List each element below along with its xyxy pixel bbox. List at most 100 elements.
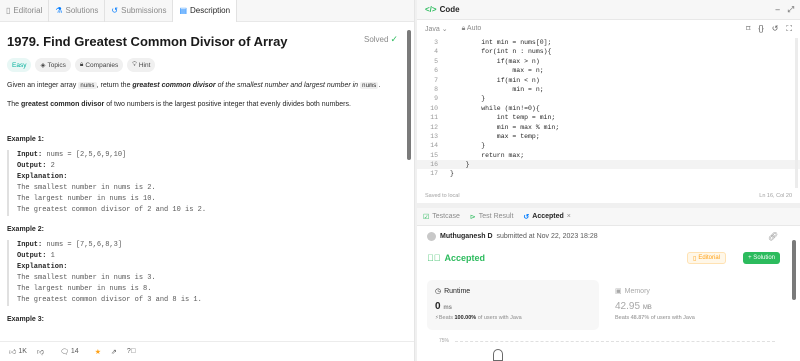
code-text: int min = nums[0]; [450,39,552,46]
lock-icon: 🔒︎ [79,61,84,68]
code-line: 12 min = max % min; [417,123,800,132]
description-panel: ▯ Editorial ⚗ Solutions ↺ Submissions ▤ … [0,0,415,361]
gutter [442,94,450,103]
runtime-card[interactable]: ◷ Runtime 0 ms ⚡︎Beats 100.00% of users w… [427,280,599,330]
line-number: 13 [430,132,438,140]
fullscreen-icon[interactable]: ⛶ [786,24,792,34]
output-value: 1 [46,252,55,260]
tab-submissions[interactable]: ↺ Submissions [105,0,174,22]
code-tab-label[interactable]: Code [440,5,460,14]
tab-editorial-label: Editorial [13,6,43,15]
code-text: } [450,170,454,178]
format-braces-icon[interactable]: {} [758,24,763,34]
comments-button[interactable]: 🗨︎ 14 [57,348,82,356]
help-button[interactable]: ?⃝ [124,348,139,355]
like-button[interactable]: 👍︎ 1K [6,347,30,356]
solution-button[interactable]: + Solution [743,252,780,264]
share-button[interactable]: ⇗ [108,348,120,356]
companies-tag[interactable]: 🔒︎ Companies [74,58,124,72]
lightbulb-icon: 💡︎ [132,61,137,68]
description-scrollbar[interactable] [407,30,411,160]
check-circle-icon: ✓ [390,34,398,44]
submitter-name[interactable]: Muthuganesh D [440,233,493,240]
chip-icon: ▣ [615,288,622,295]
favorite-button[interactable]: ★ [92,348,104,356]
tag-icon: ◈ [40,62,46,69]
memory-card[interactable]: ▣ Memory 42.95 MB Beats 48.87% of users w… [607,280,777,330]
star-icon: ★ [94,348,101,356]
reset-icon[interactable]: ↺ [772,24,779,34]
topics-tag[interactable]: ◈ Topics [35,58,71,72]
language-select[interactable]: Java ⌄ [425,25,448,33]
terminal-icon: ⊳ [469,213,476,221]
auto-mode[interactable]: 🔒︎ Auto [462,25,482,33]
problem-title[interactable]: 1979. Find Greatest Common Divisor of Ar… [7,34,402,49]
statement-text: of the smallest number and largest numbe… [215,82,361,89]
code-toolbar: Java ⌄ 🔒︎ Auto ⌑ {} ↺ ⛶ [417,20,800,38]
checkbox-icon: ☑ [423,213,430,221]
solved-badge: Solved ✓ [364,34,398,45]
memory-value-row: 42.95 MB [615,301,769,312]
line-number: 7 [434,76,438,84]
submitted-time: submitted at Nov 22, 2023 18:28 [496,233,598,240]
tab-accepted[interactable]: ↺ Accepted × [523,213,570,221]
bookmark-icon[interactable]: ⌑ [746,24,750,34]
code-text: min = n; [450,85,544,93]
code-editor[interactable]: 3 int min = nums[0]; 4 for(int n : nums)… [417,38,800,188]
definition-text: of two numbers is the largest positive i… [104,101,351,108]
companies-label: Companies [85,61,119,69]
app-root: ▯ Editorial ⚗ Solutions ↺ Submissions ▤ … [0,0,800,361]
stats-cards: ◷ Runtime 0 ms ⚡︎Beats 100.00% of users w… [427,280,777,330]
code-line: 6 max = n; [417,66,800,75]
explanation-line: The greatest common divisor of 3 and 8 i… [17,296,202,304]
dislike-button[interactable]: 👎︎ [34,347,47,356]
tab-testcase[interactable]: ☑ Testcase [423,213,460,221]
tab-accepted-label: Accepted [532,213,564,220]
input-label: Input: [17,151,43,159]
memory-beats-suffix: of users with Java [649,315,695,321]
close-icon[interactable]: × [567,213,571,220]
book-icon: ▯ [6,6,11,15]
tab-editorial[interactable]: ▯ Editorial [0,0,50,22]
result-scrollbar[interactable] [792,240,796,300]
tab-test-result[interactable]: ⊳ Test Result [470,213,514,221]
maximize-icon[interactable]: ⤢ [788,5,794,15]
gutter [442,85,450,94]
flask-icon: ⚗ [55,6,63,15]
tab-description[interactable]: ▤ Description [173,0,238,22]
thumbs-up-icon: 👍︎ [9,349,17,356]
gutter [442,66,450,75]
hint-tag[interactable]: 💡︎ Hint [127,58,156,72]
line-number: 12 [430,123,438,131]
code-text: min = max % min; [450,123,560,131]
gutter [442,57,450,66]
code-text: if(max > n) [450,57,540,65]
runtime-beats-pct: 100.00% [454,315,477,321]
tab-solutions[interactable]: ⚗ Solutions [49,0,106,22]
memory-value: 42.95 [615,301,641,312]
runtime-unit: ms [443,305,453,311]
document-icon: ▤ [179,6,188,15]
editorial-button[interactable]: ▯ Editorial [687,252,726,264]
editor-scrollbar[interactable] [795,38,798,188]
left-tabbar: ▯ Editorial ⚗ Solutions ↺ Submissions ▤ … [0,0,414,22]
line-number: 4 [434,48,438,56]
window-controls: ⎯ ⤢ [776,5,794,15]
topics-label: Topics [47,61,66,69]
line-number: 8 [434,85,438,93]
code-tabbar: </> Code ⎯ ⤢ [417,0,800,20]
gutter [442,160,450,169]
tab-test-result-label: Test Result [478,213,514,220]
example-1-box: Input: nums = [2,5,6,9,10] Output: 2 Exp… [7,150,402,216]
history-icon: ↺ [523,213,530,221]
line-number: 6 [434,67,438,75]
link-icon[interactable]: 🔗︎ [768,232,778,241]
runtime-value-row: 0 ms [435,301,591,312]
tab-testcase-label: Testcase [432,213,460,220]
code-text: } [450,142,486,150]
result-tabbar: ☑ Testcase ⊳ Test Result ↺ Accepted × [417,208,800,226]
line-number: 15 [430,151,438,159]
code-line: 15 return max; [417,151,800,160]
minimize-icon[interactable]: ⎯ [776,5,780,15]
explanation-line: The greatest common divisor of 2 and 10 … [17,206,207,214]
